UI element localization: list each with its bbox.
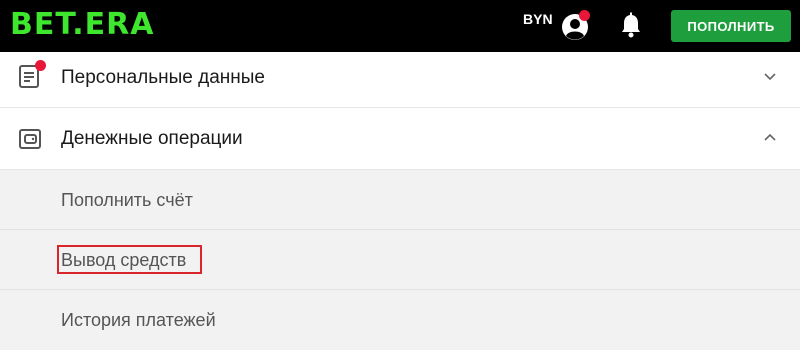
betera-logo[interactable]: BET.ERA: [10, 8, 154, 42]
menu-item-money-operations[interactable]: Денежные операции: [0, 108, 800, 170]
submenu-item-label: Вывод средств: [61, 250, 187, 270]
top-header: BET.ERA BYN ПОПОЛНИТЬ: [0, 0, 800, 52]
menu-item-label: Персональные данные: [61, 67, 265, 88]
submenu-item-top-up-account[interactable]: Пополнить счёт: [0, 170, 800, 230]
menu-item-personal-data[interactable]: Персональные данные: [0, 52, 800, 108]
top-up-button[interactable]: ПОПОЛНИТЬ: [671, 10, 791, 42]
submenu-item-label: Пополнить счёт: [61, 190, 193, 210]
wallet-icon: [19, 129, 41, 149]
currency-label[interactable]: BYN: [523, 10, 553, 28]
menu-item-label: Денежные операции: [61, 128, 243, 149]
submenu-item-payment-history[interactable]: История платежей: [0, 290, 800, 350]
submenu-item-withdraw-funds[interactable]: Вывод средств: [0, 230, 800, 290]
chevron-down-icon: [764, 73, 776, 81]
submenu-item-label: История платежей: [61, 310, 216, 330]
notification-dot: [35, 60, 46, 71]
chevron-up-icon: [764, 133, 776, 141]
bell-icon[interactable]: [619, 12, 643, 40]
avatar-notification-dot: [579, 10, 590, 21]
